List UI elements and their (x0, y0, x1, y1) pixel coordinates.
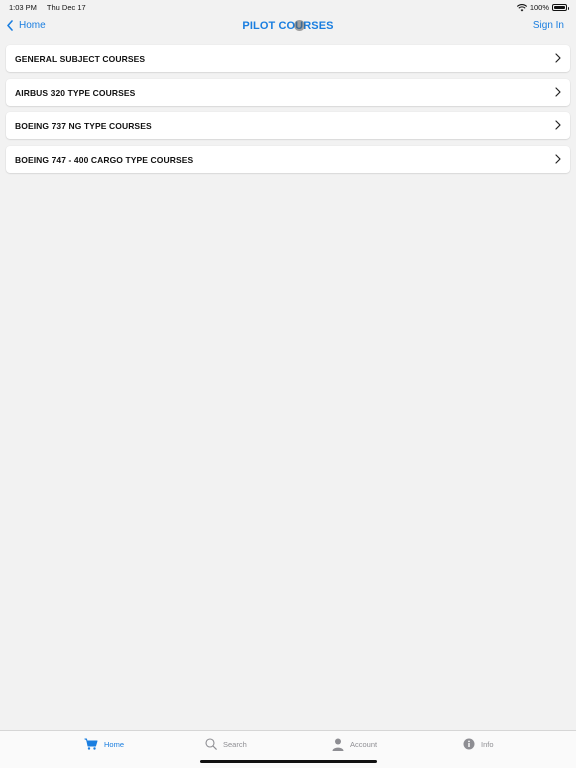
course-row-airbus-320[interactable]: AIRBUS 320 TYPE COURSES (6, 78, 570, 106)
chevron-right-icon (555, 120, 561, 130)
search-icon (205, 738, 217, 750)
navigation-bar: Home PILOT COURSES Sign In (0, 14, 576, 42)
course-row-boeing-747-cargo[interactable]: BOEING 747 - 400 CARGO TYPE COURSES (6, 145, 570, 173)
cart-icon (84, 738, 98, 750)
tab-home[interactable]: Home (84, 738, 124, 750)
tab-info[interactable]: Info (463, 738, 494, 750)
tab-label: Search (223, 739, 247, 749)
page-title: PILOT COURSES (242, 20, 334, 32)
home-indicator (200, 760, 377, 763)
course-label: GENERAL SUBJECT COURSES (15, 54, 146, 64)
tab-account[interactable]: Account (332, 738, 377, 751)
status-bar: 1:03 PM Thu Dec 17 100% (0, 0, 576, 14)
wifi-icon (516, 3, 527, 11)
tab-search[interactable]: Search (205, 738, 247, 750)
info-icon (463, 738, 475, 750)
course-list: GENERAL SUBJECT COURSES AIRBUS 320 TYPE … (6, 45, 570, 179)
app-screen: 1:03 PM Thu Dec 17 100% Home PILOT COURS… (0, 0, 576, 768)
tab-label: Home (104, 739, 125, 749)
battery-icon (552, 4, 569, 11)
tab-label: Info (481, 739, 494, 749)
course-label: BOEING 737 NG TYPE COURSES (15, 121, 152, 132)
status-time: 1:03 PM (9, 3, 37, 12)
chevron-right-icon (555, 86, 561, 97)
sign-in-button[interactable]: Sign In (533, 20, 564, 31)
course-label: AIRBUS 320 TYPE COURSES (15, 87, 136, 98)
course-label: BOEING 747 - 400 CARGO TYPE COURSES (15, 154, 194, 165)
course-row-general-subject[interactable]: GENERAL SUBJECT COURSES (6, 45, 570, 72)
course-row-boeing-737-ng[interactable]: BOEING 737 NG TYPE COURSES (6, 112, 570, 140)
tab-bar: Home Search Account Info (0, 730, 576, 768)
chevron-right-icon (555, 53, 561, 63)
status-right: 100% (516, 3, 569, 12)
status-left: 1:03 PM Thu Dec 17 (9, 3, 94, 12)
chevron-right-icon (555, 154, 561, 164)
tab-label: Account (350, 740, 378, 749)
battery-percent: 100% (529, 3, 549, 12)
touch-indicator (294, 20, 305, 31)
status-date: Thu Dec 17 (46, 3, 86, 12)
person-icon (332, 738, 344, 751)
